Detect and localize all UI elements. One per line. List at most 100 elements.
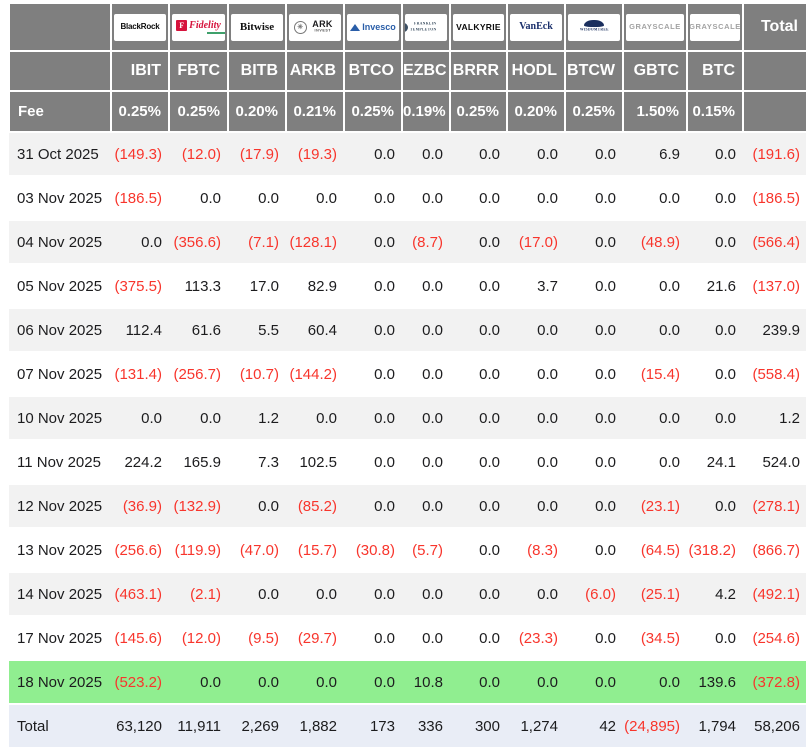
total-value-cell: 1,274 — [507, 704, 565, 748]
flow-value-cell: 0.0 — [169, 660, 228, 704]
flow-value-cell: (25.1) — [623, 572, 687, 616]
ticker-BRRR: BRRR — [450, 51, 507, 91]
wisdomtree-col: WISDOMTREE — [571, 20, 618, 34]
flow-value-cell: 0.0 — [344, 132, 402, 176]
flow-value-cell: (144.2) — [286, 352, 344, 396]
flow-value-cell: 5.5 — [228, 308, 286, 352]
table-row: 14 Nov 2025(463.1)(2.1)0.00.00.00.00.00.… — [9, 572, 806, 616]
flow-value-cell: 0.0 — [402, 440, 450, 484]
flow-value-cell: (2.1) — [169, 572, 228, 616]
ark-text-col: ARKINVEST — [309, 20, 337, 35]
flow-value-cell: 112.4 — [111, 308, 169, 352]
flow-value-cell: 0.0 — [228, 572, 286, 616]
flow-value-cell: 0.0 — [402, 308, 450, 352]
brand-header-fidelity: FFidelity — [169, 3, 228, 51]
franklin-logo-row: FRANKLINTEMPLETON — [405, 21, 447, 33]
flow-value-cell: 0.0 — [450, 132, 507, 176]
flow-value-cell: (23.3) — [507, 616, 565, 660]
flow-value-cell: (36.9) — [111, 484, 169, 528]
flow-value-cell: 0.0 — [286, 660, 344, 704]
flow-value-cell: 0.0 — [687, 220, 743, 264]
valkyrie-wordmark: VALKYRIE — [456, 23, 501, 32]
fee-FBTC: 0.25% — [169, 91, 228, 132]
bitwise-logo: Bitwise — [231, 14, 283, 41]
flow-value-cell: 102.5 — [286, 440, 344, 484]
flow-value-cell: 224.2 — [111, 440, 169, 484]
fee-BTC: 0.15% — [687, 91, 743, 132]
flow-value-cell: (15.4) — [623, 352, 687, 396]
flow-value-cell: (372.8) — [743, 660, 806, 704]
fee-GBTC: 1.50% — [623, 91, 687, 132]
blackrock-logo: BlackRock — [114, 14, 166, 41]
flow-value-cell: (131.4) — [111, 352, 169, 396]
flow-value-cell: 0.0 — [565, 132, 623, 176]
flow-value-cell: 24.1 — [687, 440, 743, 484]
flow-value-cell: 139.6 — [687, 660, 743, 704]
table-row: 06 Nov 2025112.461.65.560.40.00.00.00.00… — [9, 308, 806, 352]
total-value-cell: 11,911 — [169, 704, 228, 748]
flow-value-cell: (278.1) — [743, 484, 806, 528]
franklin-templeton-logo: FRANKLINTEMPLETON — [405, 14, 447, 41]
fee-row: Fee0.25%0.25%0.20%0.21%0.25%0.19%0.25%0.… — [9, 91, 806, 132]
flow-value-cell: 0.0 — [687, 132, 743, 176]
brand-header-grayscale: GRAYSCALE — [623, 3, 687, 51]
flow-value-cell: 0.0 — [450, 440, 507, 484]
ticker-IBIT: IBIT — [111, 51, 169, 91]
flow-value-cell: 0.0 — [402, 572, 450, 616]
flow-value-cell: (17.0) — [507, 220, 565, 264]
flow-value-cell: (186.5) — [743, 176, 806, 220]
row-date: 06 Nov 2025 — [9, 308, 111, 352]
brand-header-blackrock: BlackRock — [111, 3, 169, 51]
flow-value-cell: (149.3) — [111, 132, 169, 176]
ark-invest-logo: ARKINVEST — [289, 14, 341, 41]
total-value-cell: 336 — [402, 704, 450, 748]
ticker-EZBC: EZBC — [402, 51, 450, 91]
flow-value-cell: 0.0 — [507, 440, 565, 484]
invesco-logo: Invesco — [347, 14, 399, 41]
valkyrie-logo: VALKYRIE — [453, 14, 504, 41]
table-row: 31 Oct 2025(149.3)(12.0)(17.9)(19.3)0.00… — [9, 132, 806, 176]
flow-value-cell: 0.0 — [565, 396, 623, 440]
flow-value-cell: (17.9) — [228, 132, 286, 176]
flow-value-cell: 21.6 — [687, 264, 743, 308]
flow-value-cell: 0.0 — [450, 176, 507, 220]
fee-row-label: Fee — [9, 91, 111, 132]
flow-value-cell: 0.0 — [565, 176, 623, 220]
brand-header-wisdomtree: WISDOMTREE — [565, 3, 623, 51]
flow-value-cell: 0.0 — [450, 396, 507, 440]
total-value-cell: 2,269 — [228, 704, 286, 748]
flow-value-cell: 0.0 — [687, 176, 743, 220]
fidelity-logo-row: FFidelity — [176, 20, 221, 31]
ark-invest-subtext: INVEST — [314, 29, 331, 33]
flow-value-cell: (566.4) — [743, 220, 806, 264]
flow-value-cell: (5.7) — [402, 528, 450, 572]
total-row: Total63,12011,9112,2691,8821733363001,27… — [9, 704, 806, 748]
flow-value-cell: 0.0 — [228, 176, 286, 220]
flow-value-cell: 0.0 — [687, 308, 743, 352]
ticker-BTCO: BTCO — [344, 51, 402, 91]
flow-value-cell: (375.5) — [111, 264, 169, 308]
flow-value-cell: 0.0 — [623, 440, 687, 484]
flow-value-cell: (137.0) — [743, 264, 806, 308]
flow-value-cell: 3.7 — [507, 264, 565, 308]
flow-value-cell: (356.6) — [169, 220, 228, 264]
fee-total-blank — [743, 91, 806, 132]
blackrock-wordmark: BlackRock — [120, 23, 159, 31]
flow-value-cell: 0.0 — [507, 660, 565, 704]
fee-EZBC: 0.19% — [402, 91, 450, 132]
row-date: 17 Nov 2025 — [9, 616, 111, 660]
brand-header-vaneck: VanEck — [507, 3, 565, 51]
flow-value-cell: (492.1) — [743, 572, 806, 616]
flow-value-cell: (7.1) — [228, 220, 286, 264]
flow-value-cell: 0.0 — [450, 308, 507, 352]
ticker-row: IBITFBTCBITBARKBBTCOEZBCBRRRHODLBTCWGBTC… — [9, 51, 806, 91]
flow-value-cell: 0.0 — [344, 440, 402, 484]
flow-value-cell: 0.0 — [623, 660, 687, 704]
row-date: 11 Nov 2025 — [9, 440, 111, 484]
fee-HODL: 0.20% — [507, 91, 565, 132]
bitwise-wordmark: Bitwise — [240, 22, 274, 33]
grayscale-wordmark: GRAYSCALE — [629, 23, 681, 31]
row-date: 04 Nov 2025 — [9, 220, 111, 264]
brand-header-franklin: FRANKLINTEMPLETON — [402, 3, 450, 51]
fidelity-wordmark: Fidelity — [189, 21, 221, 31]
